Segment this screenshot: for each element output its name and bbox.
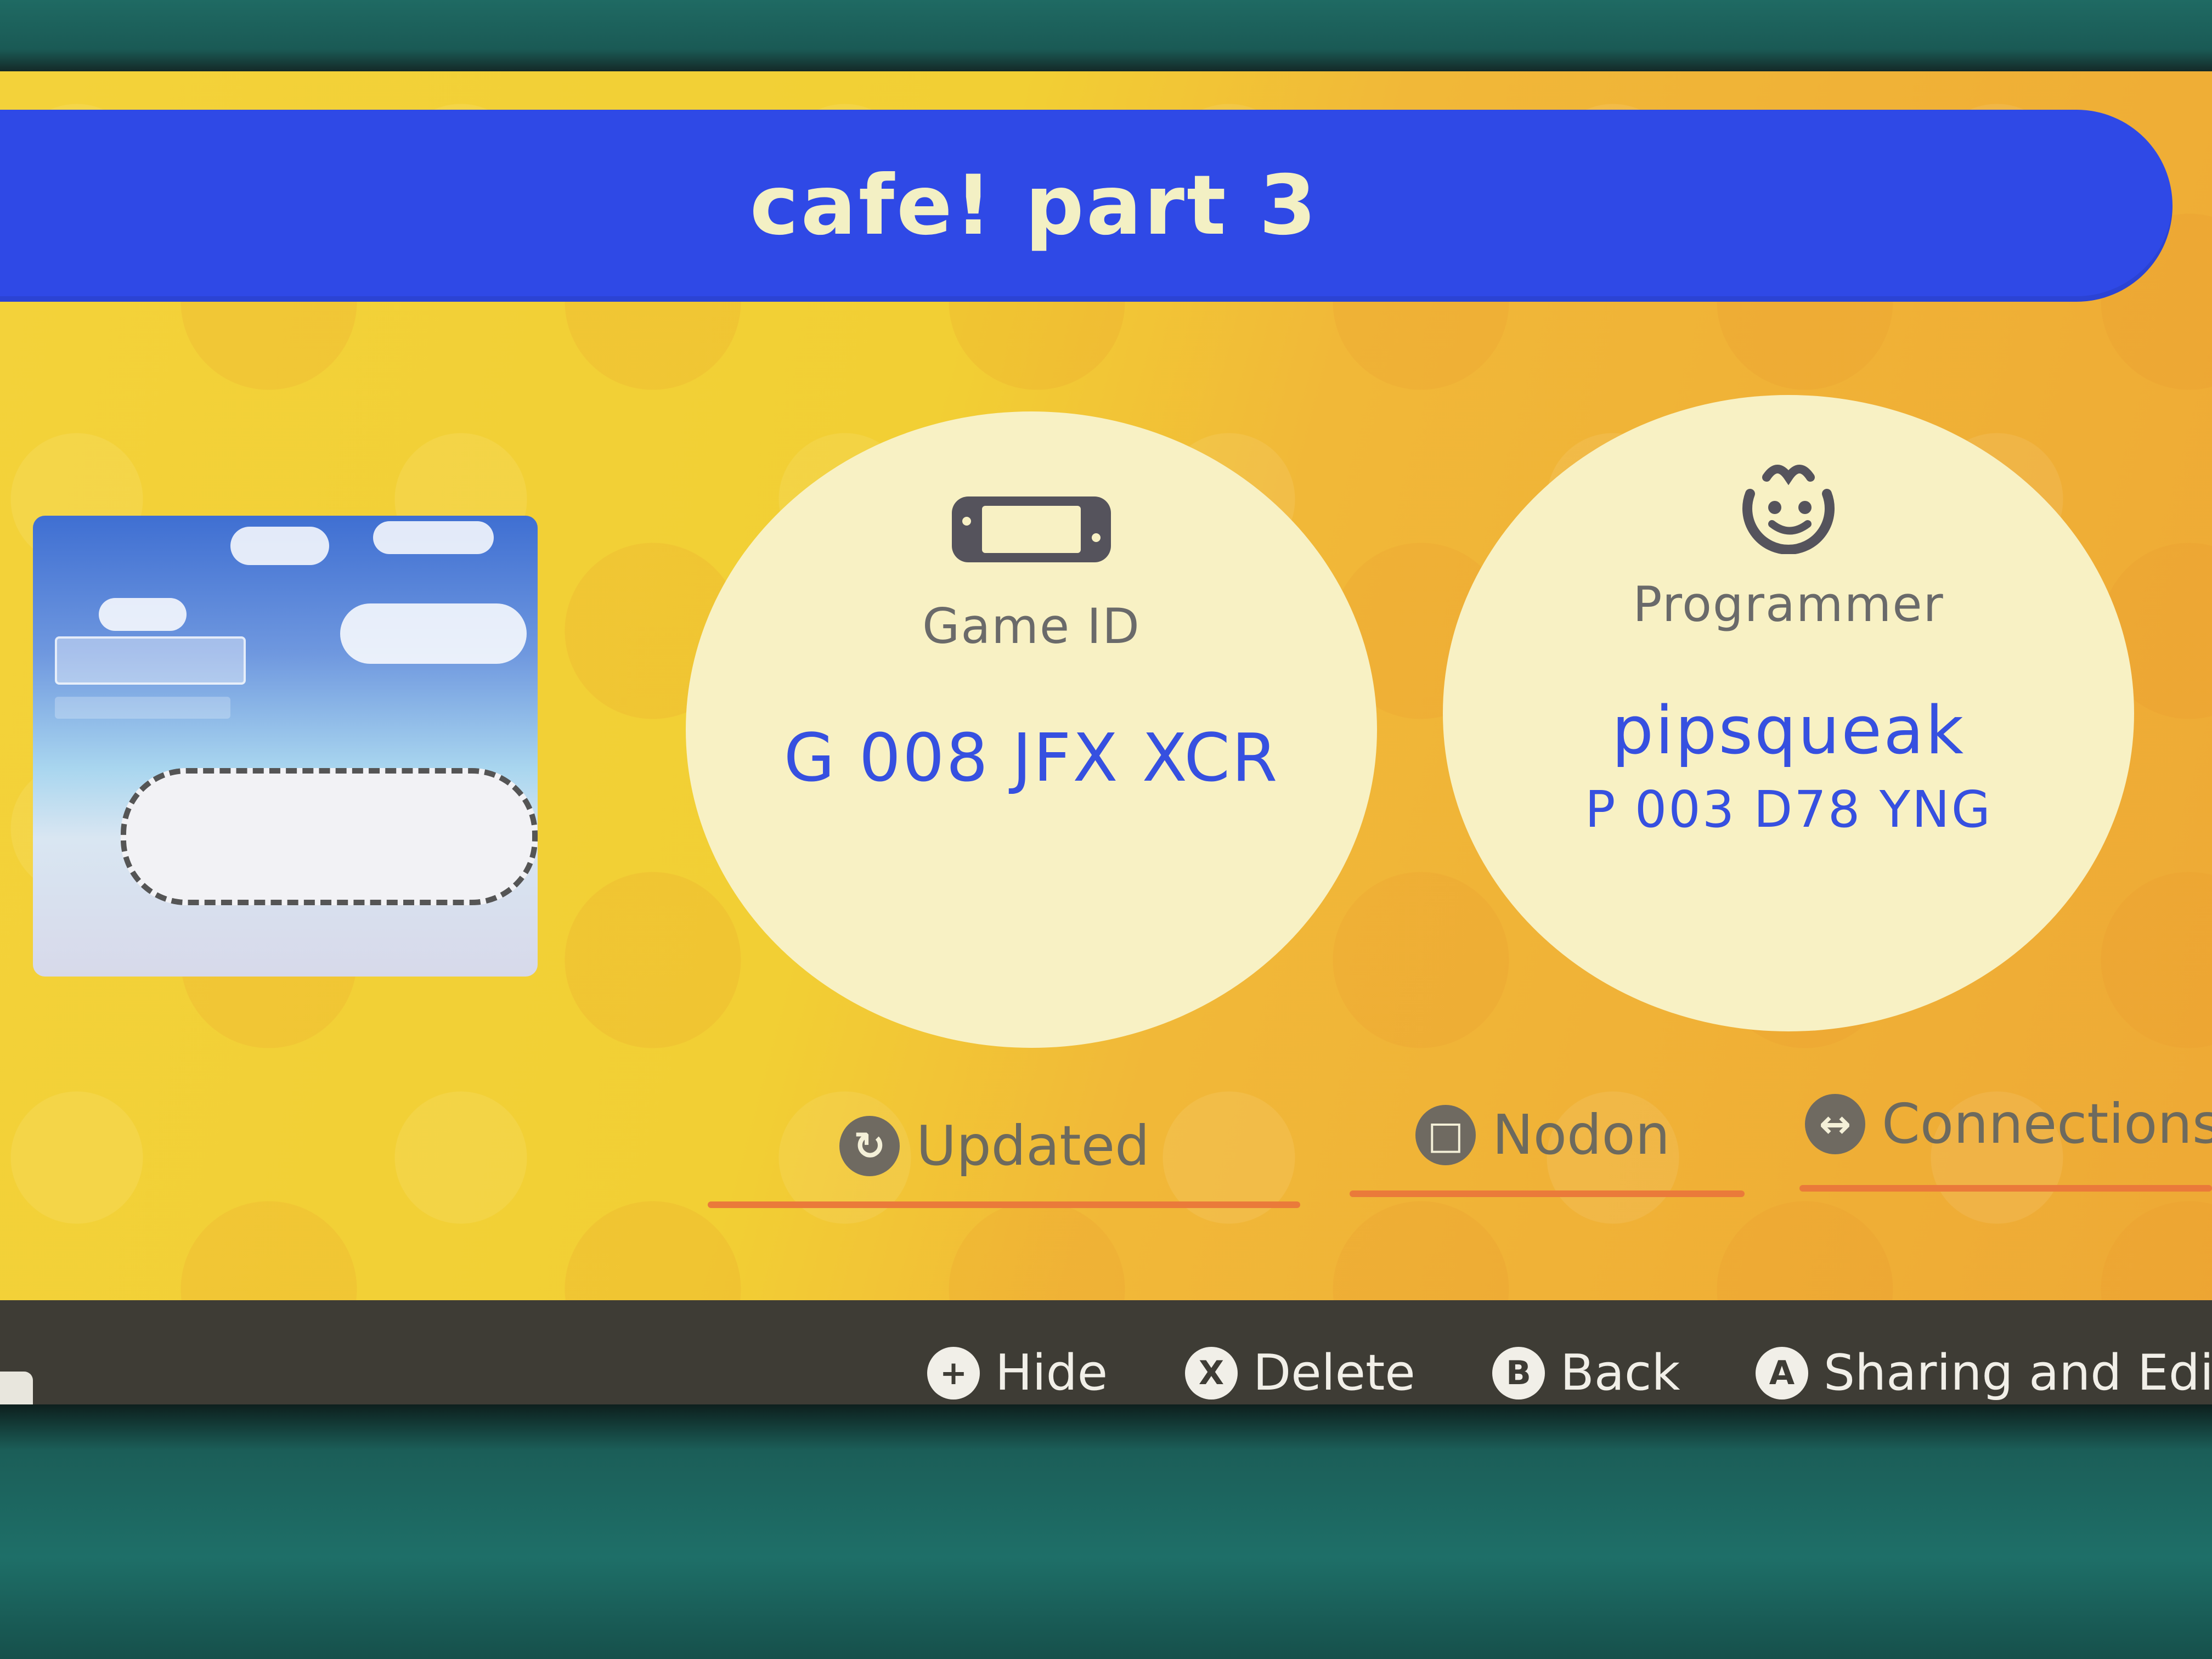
hide-label: Hide [995, 1344, 1108, 1402]
plus-button-icon: + [927, 1346, 980, 1400]
button-guide-bar: + Hide X Delete B Back A Sharing and Edi… [0, 1300, 2212, 1410]
x-button-icon: X [1185, 1346, 1238, 1400]
game-thumbnail[interactable] [33, 516, 538, 977]
refresh-icon: ↻ [839, 1115, 900, 1176]
game-screen: cafe! part 3 Game ID G 008 JFX XCR Progr… [0, 71, 2212, 1410]
tab-updated[interactable]: ↻ Updated [839, 1114, 1150, 1178]
game-id-label: Game ID [922, 598, 1141, 654]
programmer-name: pipsqueak [1611, 693, 1966, 769]
back-button[interactable]: B Back [1492, 1344, 1680, 1402]
sharing-label: Sharing and Editi [1824, 1344, 2212, 1402]
thumbnail-cloud [340, 603, 527, 664]
tab-nodon-underline [1350, 1190, 1745, 1197]
tab-label: Nodon [1492, 1103, 1671, 1167]
programmer-id: P 003 D78 YNG [1584, 780, 1993, 839]
tab-connections[interactable]: ↔ Connections [1805, 1092, 2212, 1156]
connections-icon: ↔ [1805, 1093, 1865, 1154]
b-button-icon: B [1492, 1346, 1545, 1400]
back-label: Back [1560, 1344, 1680, 1402]
tab-label: Connections [1882, 1092, 2212, 1156]
smiley-face-icon [1742, 465, 1835, 554]
tab-connections-underline [1799, 1185, 2212, 1192]
game-title: cafe! part 3 [749, 158, 1319, 253]
delete-label: Delete [1253, 1344, 1415, 1402]
sharing-and-editing-button[interactable]: A Sharing and Editi [1756, 1344, 2212, 1402]
a-button-icon: A [1756, 1346, 1808, 1400]
game-id-value: G 008 JFX XCR [783, 720, 1279, 797]
thumbnail-label [55, 636, 246, 685]
thumbnail-cloud [99, 598, 187, 631]
programmer-panel: Programmer pipsqueak P 003 D78 YNG [1443, 395, 2134, 1031]
thumbnail-dashed-box [121, 768, 538, 905]
title-bar: cafe! part 3 [0, 110, 2172, 302]
tab-nodon[interactable]: □ Nodon [1415, 1103, 1670, 1167]
thumbnail-sublabel [55, 697, 230, 719]
delete-button[interactable]: X Delete [1185, 1344, 1415, 1402]
programmer-label: Programmer [1633, 576, 1944, 633]
thumbnail-cloud [230, 527, 329, 565]
device-bezel-top [0, 0, 2212, 82]
hide-button[interactable]: + Hide [927, 1344, 1108, 1402]
nodon-icon: □ [1415, 1104, 1476, 1165]
game-id-panel: Game ID G 008 JFX XCR [686, 411, 1377, 1048]
tab-label: Updated [916, 1114, 1150, 1178]
thumbnail-cloud [373, 521, 494, 554]
console-icon [952, 496, 1111, 562]
device-bezel-bottom [0, 1404, 2212, 1659]
tab-updated-underline [708, 1201, 1300, 1208]
